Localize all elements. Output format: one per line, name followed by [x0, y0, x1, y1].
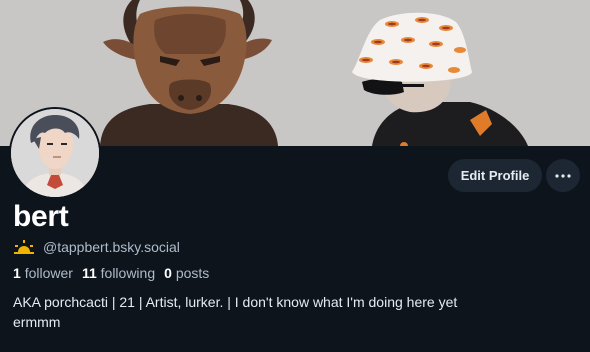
profile-stats: 1 follower 11 following 0 posts [13, 265, 209, 281]
sunrise-icon [14, 240, 34, 254]
followers-label: follower [24, 265, 73, 281]
followers-count: 1 [13, 265, 21, 281]
display-name: bert [13, 200, 69, 233]
following-count: 11 [81, 265, 97, 281]
followers-stat[interactable]: 1 follower [13, 265, 73, 281]
posts-stat: 0 posts [164, 265, 209, 281]
edit-profile-button[interactable]: Edit Profile [448, 159, 542, 192]
posts-label: posts [175, 265, 210, 281]
bio-line: ermmm [13, 314, 61, 330]
following-stat[interactable]: 11 following [82, 265, 155, 281]
avatar-illustration [11, 109, 99, 197]
more-horizontal-icon [555, 173, 571, 178]
edit-profile-label: Edit Profile [460, 168, 530, 183]
posts-count: 0 [164, 265, 172, 281]
following-label: following [100, 265, 156, 281]
bio-line: AKA porchcacti | 21 | Artist, lurker. | … [13, 294, 458, 310]
handle-text[interactable]: @tappbert.bsky.social [43, 239, 180, 255]
handle-row: @tappbert.bsky.social [13, 237, 180, 257]
avatar[interactable] [9, 107, 101, 199]
profile-bio: AKA porchcacti | 21 | Artist, lurker. | … [13, 292, 573, 332]
profile-page: Edit Profile bert @tappbert.bsky.social … [0, 0, 590, 352]
more-options-button[interactable] [546, 159, 580, 192]
